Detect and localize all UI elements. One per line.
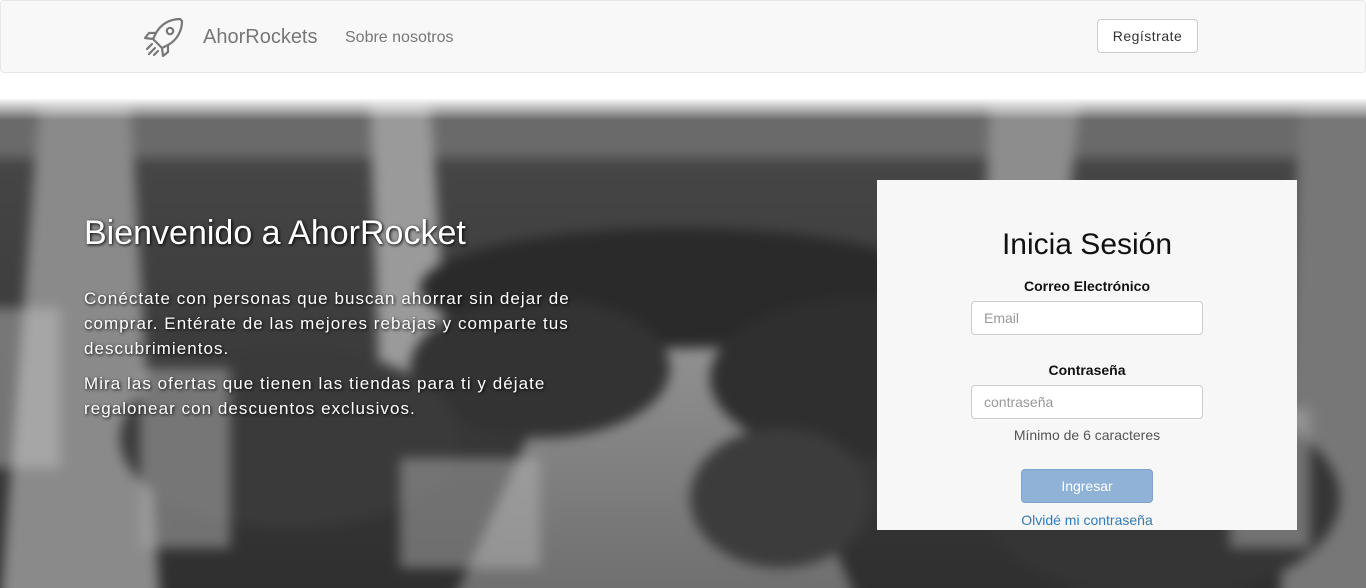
password-field[interactable] — [971, 385, 1203, 419]
register-button[interactable]: Regístrate — [1097, 19, 1198, 53]
hero-paragraph: Mira las ofertas que tienen las tiendas … — [84, 374, 546, 418]
password-label: Contraseña — [1048, 362, 1126, 378]
navbar: AhorRockets Sobre nosotros Regístrate — [0, 0, 1366, 73]
brand-name[interactable]: AhorRockets — [203, 25, 318, 49]
hero-paragraph: Conéctate con personas que buscan ahorra… — [84, 289, 570, 358]
password-help-text: Mínimo de 6 caracteres — [1013, 427, 1161, 443]
login-form: Inicia Sesión Correo Electrónico Contras… — [877, 180, 1297, 530]
login-title: Inicia Sesión — [1001, 228, 1173, 261]
nav-link-about[interactable]: Sobre nosotros — [345, 28, 454, 48]
rocket-icon[interactable] — [141, 16, 185, 58]
hero-top-fade — [0, 98, 1366, 120]
email-label: Correo Electrónico — [1023, 278, 1151, 294]
login-button[interactable]: Ingresar — [1021, 469, 1153, 503]
hero-title: Bienvenido a AhorRocket — [84, 214, 466, 252]
forgot-password-link[interactable]: Olvidé mi contraseña — [877, 512, 1297, 528]
email-field[interactable] — [971, 301, 1203, 335]
